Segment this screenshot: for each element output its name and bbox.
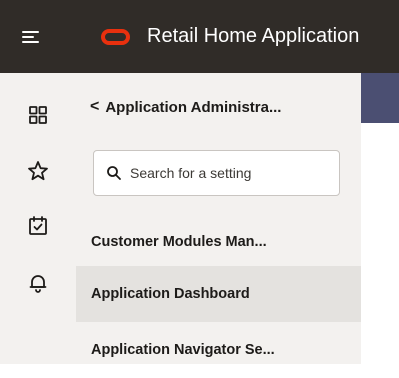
chevron-left-icon: < <box>90 98 100 115</box>
oracle-logo <box>101 29 130 45</box>
hamburger-menu-icon[interactable] <box>22 28 42 46</box>
content-header-band <box>361 73 399 123</box>
icon-sidebar <box>0 73 76 364</box>
nav-item-label: Application Navigator Se... <box>91 342 275 358</box>
calendar-check-icon[interactable] <box>26 214 50 238</box>
settings-panel: < Application Administra... Customer Mod… <box>76 73 361 364</box>
main-content <box>361 73 399 364</box>
star-icon[interactable] <box>26 159 50 183</box>
top-bar: Retail Home Application <box>0 0 399 73</box>
nav-item-label: Application Dashboard <box>91 286 250 302</box>
nav-item-application-navigator[interactable]: Application Navigator Se... <box>76 322 361 378</box>
back-button[interactable]: < Application Administra... <box>90 93 281 121</box>
nav-item-customer-modules[interactable]: Customer Modules Man... <box>76 214 361 270</box>
search-input[interactable] <box>130 165 330 181</box>
bell-icon[interactable] <box>26 271 50 295</box>
nav-item-label: Customer Modules Man... <box>91 234 267 250</box>
app-title: Retail Home Application <box>147 25 360 47</box>
grid-icon[interactable] <box>26 103 50 127</box>
back-label: Application Administra... <box>105 98 282 116</box>
search-icon <box>107 166 121 180</box>
nav-item-application-dashboard[interactable]: Application Dashboard <box>76 266 361 322</box>
search-box[interactable] <box>93 150 340 196</box>
